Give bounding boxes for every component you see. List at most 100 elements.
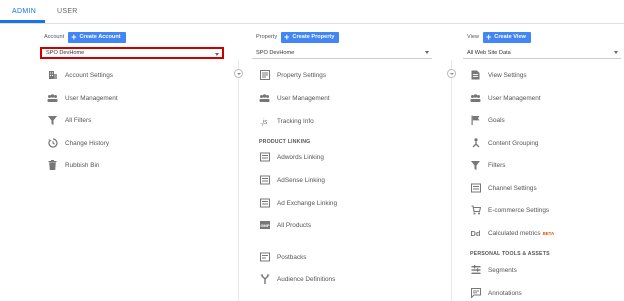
postbacks-icon <box>259 252 270 263</box>
funnel-icon <box>470 160 481 171</box>
expand-account-toggle[interactable] <box>234 69 243 78</box>
rubbish-bin-label: Rubbish Bin <box>65 161 100 169</box>
view-label: View <box>467 34 480 40</box>
all-products-label: All Products <box>277 221 312 229</box>
tracking-info-label: Tracking Info <box>277 117 314 125</box>
account-selected-value: SPO DevHome <box>46 50 85 56</box>
annotations-item[interactable]: Annotations <box>470 287 522 299</box>
document-icon <box>470 70 481 81</box>
chevron-down-icon <box>614 51 618 54</box>
adwords-linking-label: Adwords Linking <box>277 153 324 161</box>
view-filters-label: Filters <box>488 161 506 169</box>
account-select[interactable]: SPO DevHome <box>40 47 224 59</box>
tab-user[interactable]: USER <box>57 8 78 15</box>
comment-icon <box>470 288 481 299</box>
tracking-info-item[interactable]: .js Tracking Info <box>259 115 314 127</box>
linking-page-icon <box>259 198 270 209</box>
property-select[interactable]: SPO DevHome <box>252 47 432 59</box>
column-divider-2 <box>451 60 452 301</box>
trash-icon <box>47 160 58 171</box>
grouping-icon <box>470 138 481 149</box>
ad-exchange-linking-label: Ad Exchange Linking <box>277 199 338 207</box>
audience-fork-icon <box>259 274 270 285</box>
adsense-linking-label: AdSense Linking <box>277 176 325 184</box>
content-grouping-label: Content Grouping <box>488 139 539 147</box>
property-settings-label: Property Settings <box>277 71 327 79</box>
goals-item[interactable]: Goals <box>470 114 505 126</box>
view-settings-item[interactable]: View Settings <box>470 69 527 81</box>
property-user-management-item[interactable]: User Management <box>259 92 330 104</box>
adwords-linking-item[interactable]: Adwords Linking <box>259 151 324 163</box>
change-history-item[interactable]: Change History <box>47 137 109 149</box>
create-view-label: Create View <box>494 34 526 40</box>
product-linking-heading: PRODUCT LINKING <box>259 139 311 145</box>
account-settings-item[interactable]: Account Settings <box>47 69 113 81</box>
channel-settings-label: Channel Settings <box>488 184 537 192</box>
history-icon <box>47 138 58 149</box>
chevron-down-icon <box>237 72 241 75</box>
personal-tools-heading: PERSONAL TOOLS & ASSETS <box>470 251 550 257</box>
annotations-label: Annotations <box>488 289 522 297</box>
view-select[interactable]: All Web Site Data <box>463 47 621 59</box>
svg-text:.js: .js <box>260 119 268 126</box>
people-icon <box>470 93 481 104</box>
expand-property-toggle[interactable] <box>447 69 456 78</box>
calculated-metrics-item[interactable]: Dd Calculated metrics BETA <box>470 227 555 239</box>
account-user-management-label: User Management <box>65 94 118 102</box>
flag-icon <box>470 115 481 126</box>
create-property-button[interactable]: + Create Property <box>281 31 340 43</box>
all-filters-item[interactable]: All Filters <box>47 114 91 126</box>
view-header: View + Create View <box>467 31 531 43</box>
create-property-label: Create Property <box>292 34 335 40</box>
view-user-management-item[interactable]: User Management <box>470 92 541 104</box>
column-divider-1 <box>238 60 239 301</box>
beta-badge: BETA <box>542 230 555 236</box>
channel-icon <box>470 183 481 194</box>
account-label: Account <box>44 34 65 40</box>
goals-label: Goals <box>488 116 505 124</box>
view-settings-label: View Settings <box>488 71 527 79</box>
content-grouping-item[interactable]: Content Grouping <box>470 137 538 149</box>
account-column: Account + Create Account SPO DevHome Acc… <box>40 31 226 301</box>
all-products-item[interactable]: GMP All Products <box>259 219 311 231</box>
plus-icon: + <box>71 31 77 42</box>
segments-item[interactable]: Segments <box>470 264 517 276</box>
people-icon <box>259 93 270 104</box>
create-account-label: Create Account <box>79 34 121 40</box>
tab-admin[interactable]: ADMIN <box>12 8 36 15</box>
change-history-label: Change History <box>65 139 110 147</box>
gmp-icon: GMP <box>259 220 270 231</box>
segments-label: Segments <box>488 266 517 274</box>
chevron-down-icon <box>425 51 429 54</box>
property-selected-value: SPO DevHome <box>256 49 295 56</box>
property-settings-item[interactable]: Property Settings <box>259 69 326 81</box>
view-user-management-label: User Management <box>488 94 541 102</box>
linking-page-icon <box>259 152 270 163</box>
audience-definitions-label: Audience Definitions <box>277 275 336 283</box>
ecommerce-settings-item[interactable]: E-commerce Settings <box>470 204 549 216</box>
view-selected-value: All Web Site Data <box>467 49 511 56</box>
all-filters-label: All Filters <box>65 116 92 124</box>
adsense-linking-item[interactable]: AdSense Linking <box>259 174 325 186</box>
ad-exchange-linking-item[interactable]: Ad Exchange Linking <box>259 197 337 209</box>
create-account-button[interactable]: + Create Account <box>68 31 126 43</box>
view-filters-item[interactable]: Filters <box>470 159 505 171</box>
admin-tabs-bar: ADMIN USER <box>0 0 624 24</box>
create-view-button[interactable]: + Create View <box>483 31 531 43</box>
account-header: Account + Create Account <box>44 31 126 43</box>
svg-text:GMP: GMP <box>260 223 269 228</box>
account-user-management-item[interactable]: User Management <box>47 92 118 104</box>
segments-icon <box>470 265 481 276</box>
property-column: Property + Create Property SPO DevHome P… <box>252 31 434 301</box>
postbacks-item[interactable]: Postbacks <box>259 251 306 263</box>
ecommerce-settings-label: E-commerce Settings <box>488 206 550 214</box>
audience-definitions-item[interactable]: Audience Definitions <box>259 273 335 285</box>
dd-icon: Dd <box>470 228 481 238</box>
rubbish-bin-item[interactable]: Rubbish Bin <box>47 159 99 171</box>
channel-settings-item[interactable]: Channel Settings <box>470 182 537 194</box>
account-settings-label: Account Settings <box>65 71 113 79</box>
chevron-down-icon <box>450 72 454 75</box>
funnel-icon <box>47 115 58 126</box>
calculated-metrics-label: Calculated metrics <box>488 229 541 237</box>
cart-icon <box>470 205 481 216</box>
